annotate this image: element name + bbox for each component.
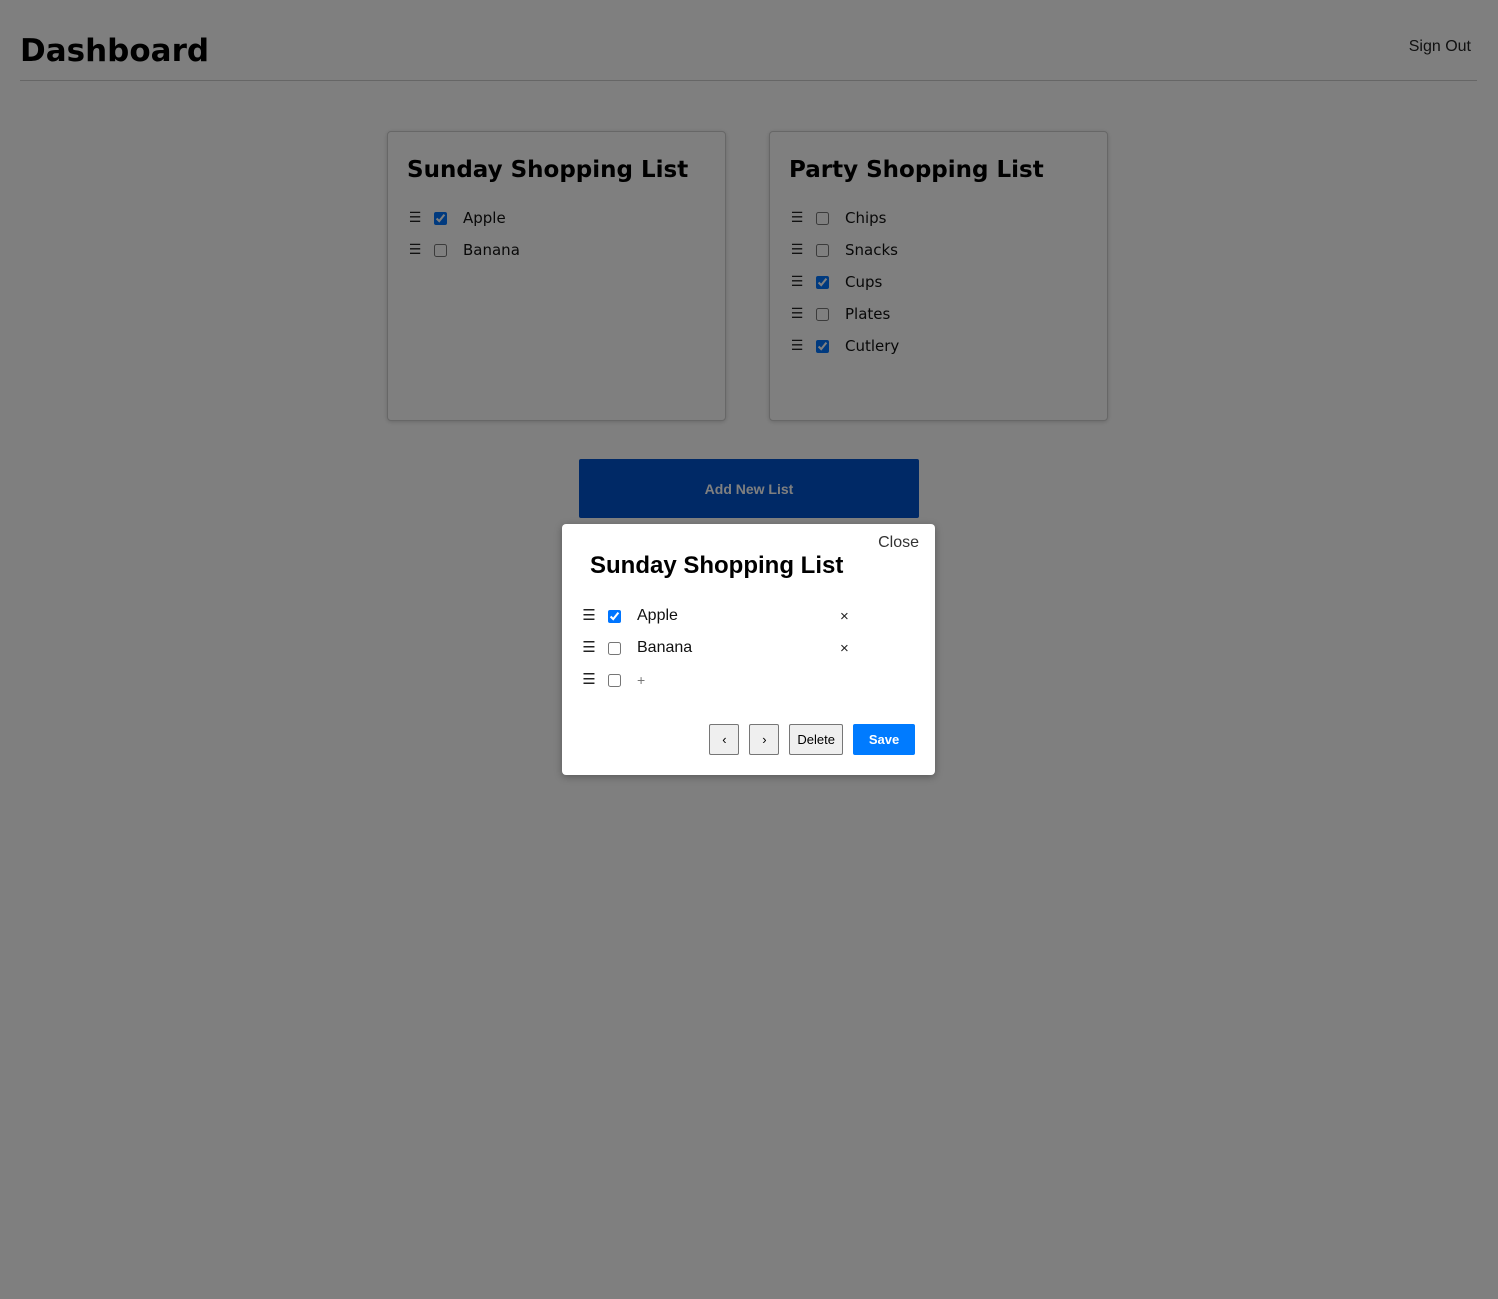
edit-list-modal: Close Sunday Shopping List ☰ Apple × ☰ B… bbox=[562, 524, 935, 775]
item-label[interactable]: Banana bbox=[637, 639, 692, 657]
save-button[interactable]: Save bbox=[853, 724, 915, 755]
drag-handle-icon[interactable]: ☰ bbox=[582, 640, 596, 655]
item-label[interactable]: Apple bbox=[637, 607, 678, 625]
close-button[interactable]: Close bbox=[878, 534, 919, 552]
next-button[interactable]: › bbox=[749, 724, 780, 755]
drag-handle-icon[interactable]: ☰ bbox=[582, 608, 596, 623]
item-checkbox[interactable] bbox=[608, 609, 621, 623]
modal-item-list: ☰ Apple × ☰ Banana × ☰ + bbox=[582, 600, 902, 696]
list-item: ☰ Banana × bbox=[582, 632, 902, 664]
item-checkbox[interactable] bbox=[608, 673, 621, 687]
modal-title: Sunday Shopping List bbox=[590, 552, 844, 579]
new-item-row: ☰ + bbox=[582, 664, 902, 696]
item-checkbox[interactable] bbox=[608, 641, 621, 655]
new-item-input[interactable]: + bbox=[637, 672, 645, 688]
remove-item-icon[interactable]: × bbox=[840, 608, 849, 625]
dashboard-page: Dashboard Sign Out Sunday Shopping List … bbox=[0, 0, 1498, 1299]
modal-actions: ‹ › Delete Save bbox=[709, 724, 915, 755]
list-item: ☰ Apple × bbox=[582, 600, 902, 632]
drag-handle-icon[interactable]: ☰ bbox=[582, 672, 596, 687]
remove-item-icon[interactable]: × bbox=[840, 640, 849, 657]
previous-button[interactable]: ‹ bbox=[709, 724, 740, 755]
delete-button[interactable]: Delete bbox=[789, 724, 843, 755]
